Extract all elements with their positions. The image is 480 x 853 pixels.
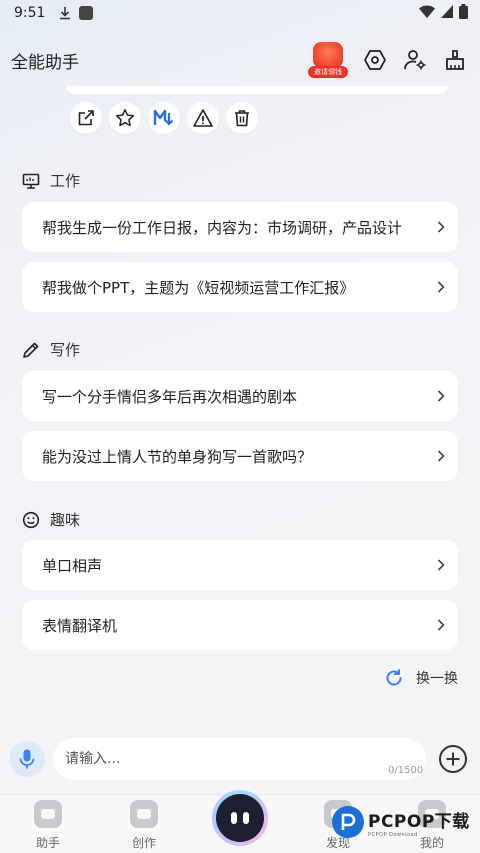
suggestion-text: 能为没过上情人节的单身狗写一首歌吗？ [42,447,313,466]
delete-button[interactable] [226,102,258,134]
wifi-icon [419,5,435,22]
ai-robot-center-button[interactable] [212,790,268,846]
status-time: 9:51 [14,5,46,21]
suggestion-text: 单口相声 [42,556,103,575]
chevron-right-icon [436,389,446,403]
star-icon [115,109,135,127]
watermark-subtext: PCPOP Download [368,831,418,838]
page-title: 全能助手 [11,52,79,73]
tab-assistant[interactable]: 助手 [20,800,76,851]
gift-icon [313,42,343,68]
message-action-bar [70,102,258,134]
suggestion-text: 写一个分手情侣多年后再次相遇的剧本 [42,387,298,406]
voice-input-button[interactable] [9,741,45,777]
app-notification-icon [79,6,94,20]
refresh-label: 换一换 [416,671,458,687]
chevron-right-icon [436,220,446,234]
user-settings-button[interactable] [402,47,428,73]
pcpop-logo-icon [332,806,364,838]
user-gear-icon [404,50,426,70]
section-fun-title: 趣味 [50,511,81,529]
share-button[interactable] [70,102,102,134]
warning-icon [193,109,213,127]
chat-input[interactable] [53,738,426,780]
tab-create[interactable]: 创作 [116,800,172,851]
more-options-button[interactable] [437,743,469,775]
settings-hexagon-button[interactable] [362,47,388,73]
status-bar: 9:51 [0,0,480,26]
invite-reward-button[interactable]: 邀请领钱 [308,40,348,80]
smiley-icon [22,511,40,528]
chevron-right-icon [436,558,446,572]
share-icon [78,110,94,126]
microphone-icon [19,749,35,769]
suggestion-card[interactable]: 能为没过上情人节的单身狗写一首歌吗？ [22,431,458,481]
report-button[interactable] [187,102,219,134]
section-fun-header: 趣味 [22,509,80,530]
char-counter: 0/1500 [388,765,424,776]
suggestion-card[interactable]: 帮我做个PPT，主题为《短视频运营工作汇报》 [22,262,458,312]
plus-circle-icon [439,745,467,773]
chevron-right-icon [436,449,446,463]
section-work-header: 工作 [22,170,80,191]
trash-icon [235,110,249,127]
suggestion-card[interactable]: 单口相声 [22,540,458,590]
suggestion-text: 帮我做个PPT，主题为《短视频运营工作汇报》 [42,278,355,297]
refresh-suggestions-button[interactable]: 换一换 [384,668,458,688]
suggestion-text: 帮我生成一份工作日报，内容为：市场调研，产品设计 [42,218,403,237]
monitor-icon [22,173,40,189]
favorite-button[interactable] [109,102,141,134]
markdown-export-button[interactable] [148,102,180,134]
pencil-icon [23,342,39,358]
promo-badge: 邀请领钱 [308,66,348,78]
section-writing-title: 写作 [50,341,81,359]
suggestion-text: 表情翻译机 [42,616,118,635]
previous-message-bubble [66,86,448,94]
hexagon-settings-icon [364,50,386,70]
broom-icon [446,50,464,70]
app-header: 全能助手 邀请领钱 [0,40,480,80]
chevron-right-icon [436,618,446,632]
battery-icon [459,3,468,23]
watermark-text: PCPOP下载 [368,811,470,832]
create-tab-icon [130,800,158,828]
section-work-title: 工作 [50,172,81,190]
chevron-right-icon [436,280,446,294]
suggestion-card[interactable]: 表情翻译机 [22,600,458,650]
markdown-icon [153,109,174,126]
clean-history-button[interactable] [442,47,468,73]
download-icon [59,6,71,20]
suggestion-card[interactable]: 写一个分手情侣多年后再次相遇的剧本 [22,371,458,421]
robot-face-icon [216,794,264,842]
pcpop-watermark: PCPOP下载 PCPOP Download [332,806,470,838]
refresh-icon [386,669,402,686]
tab-assistant-label: 助手 [35,836,60,850]
assistant-tab-icon [34,800,62,828]
signal-icon [441,4,453,22]
chat-input-bar: 0/1500 [0,736,480,782]
section-writing-header: 写作 [22,339,80,360]
suggestion-card[interactable]: 帮我生成一份工作日报，内容为：市场调研，产品设计 [22,202,458,252]
tab-create-label: 创作 [131,836,156,850]
